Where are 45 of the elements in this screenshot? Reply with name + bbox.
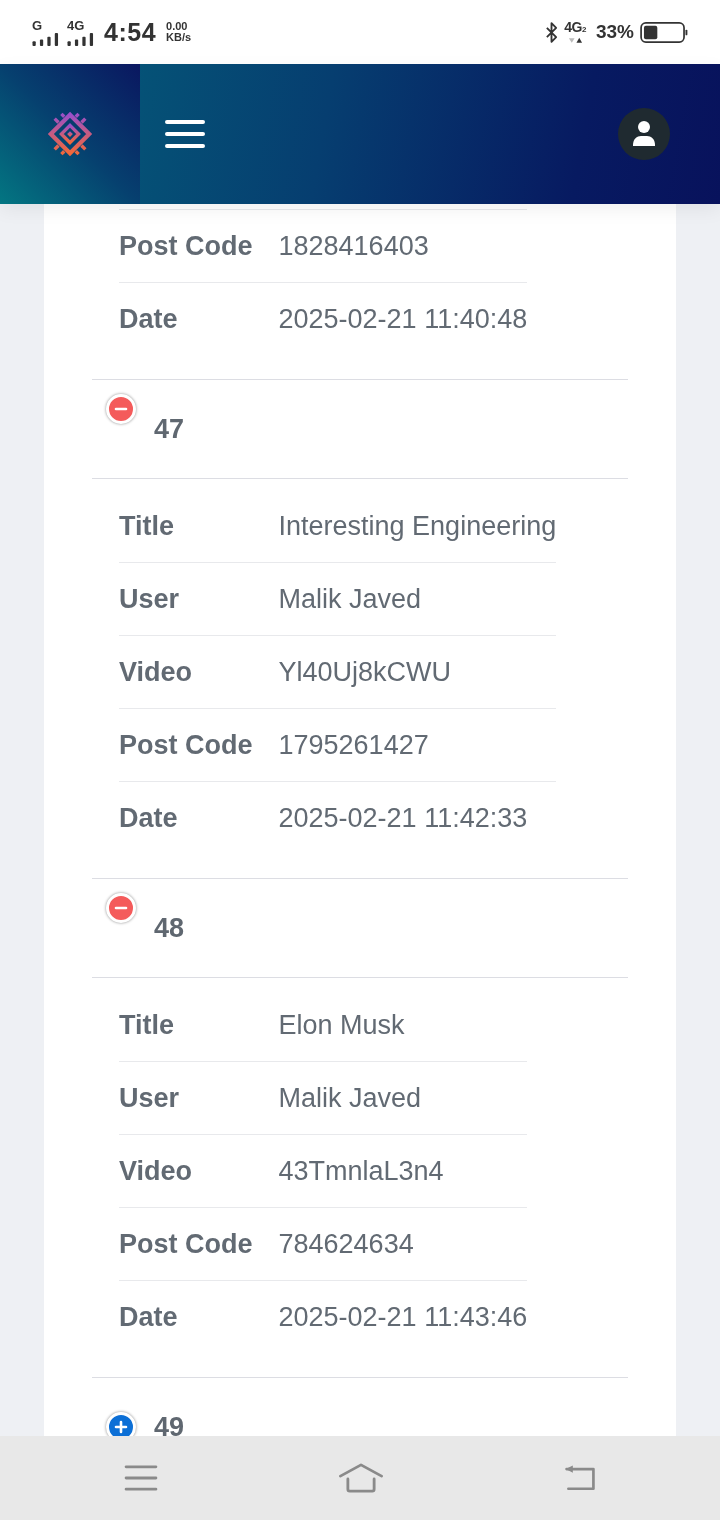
field-value: 1828416403 <box>278 209 528 283</box>
logo-icon[interactable] <box>47 111 93 157</box>
battery-percent: 33% <box>595 21 634 43</box>
field-label: User <box>119 562 279 636</box>
field-label: Title <box>119 989 279 1062</box>
field-label: Post Code <box>119 1207 279 1281</box>
user-avatar-icon[interactable] <box>618 108 670 160</box>
field-value: Interesting Engineering <box>278 490 557 563</box>
field-label: Video <box>119 1134 279 1208</box>
plus-icon[interactable] <box>106 1412 136 1436</box>
field-value: Elon Musk <box>278 989 528 1062</box>
speed-unit: KB/s <box>166 32 192 43</box>
data-arrows-icon <box>567 37 583 44</box>
battery-icon <box>640 21 688 43</box>
field-label: Video <box>119 635 279 709</box>
minus-icon[interactable] <box>106 893 136 923</box>
minus-icon[interactable] <box>106 394 136 424</box>
field-value: 2025-02-21 11:43:46 <box>278 1280 528 1353</box>
field-value: Malik Javed <box>278 1061 528 1135</box>
network-type-label: 4G <box>67 18 85 32</box>
field-label: Post Code <box>119 209 279 283</box>
field-label: Post Code <box>119 708 279 782</box>
field-value: 43TmnlaL3n4 <box>278 1134 528 1208</box>
field-label: Date <box>119 282 279 355</box>
field-label: User <box>119 1061 279 1135</box>
field-value: 1795261427 <box>278 708 557 782</box>
data-speed: 0.00 <box>166 21 189 32</box>
back-icon[interactable] <box>563 1464 597 1492</box>
record-number: 48 <box>154 912 185 944</box>
home-icon[interactable] <box>337 1463 384 1493</box>
record-number: 47 <box>154 413 185 445</box>
field-value: 2025-02-21 11:40:48 <box>278 282 528 355</box>
record-number: 49 <box>154 1411 185 1436</box>
field-value: Yl40Uj8kCWU <box>278 635 557 709</box>
field-value: 784624634 <box>278 1207 528 1281</box>
signal-bars-icon <box>67 32 94 46</box>
signal-bars-icon <box>32 32 59 46</box>
field-label: Date <box>119 781 279 854</box>
clock-time: 4:54 <box>104 17 157 47</box>
field-value: Malik Javed <box>278 562 557 636</box>
field-label: Title <box>119 490 279 563</box>
network-type-label: G <box>32 18 43 32</box>
field-value: 2025-02-21 11:42:33 <box>278 781 557 854</box>
field-label: Date <box>119 1280 279 1353</box>
bluetooth-icon <box>545 20 559 44</box>
